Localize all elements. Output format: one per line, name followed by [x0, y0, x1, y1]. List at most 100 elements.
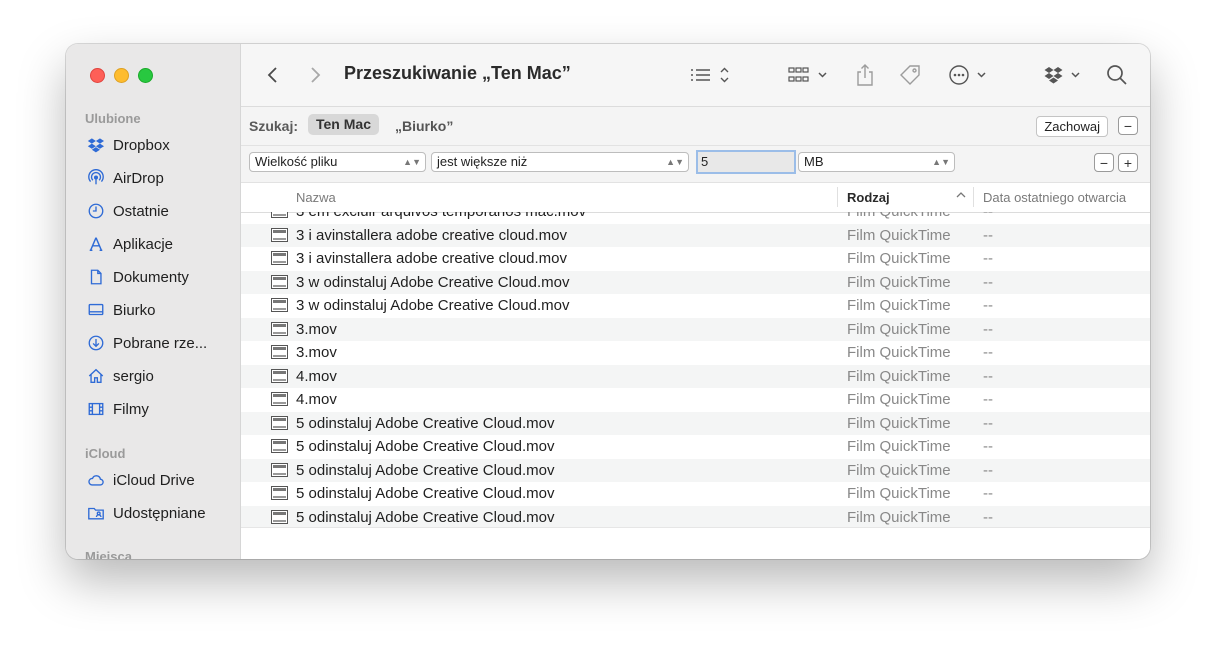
- window-controls: [90, 68, 153, 83]
- file-last-opened: --: [983, 320, 993, 338]
- dropbox-toolbar-button[interactable]: [1044, 62, 1084, 88]
- table-row[interactable]: 5 odinstaluj Adobe Creative Cloud.mov Fi…: [241, 505, 1150, 527]
- toolbar: Przeszukiwanie „Ten Mac”: [241, 44, 1150, 107]
- minus-icon: −: [1123, 117, 1133, 134]
- scope-desktop-button[interactable]: „Biurko”: [395, 118, 453, 134]
- document-icon: [86, 267, 106, 287]
- column-divider[interactable]: [973, 187, 974, 207]
- file-name: 5 odinstaluj Adobe Creative Cloud.mov: [296, 414, 555, 432]
- operator-popup-value: jest większe niż: [437, 154, 528, 169]
- file-kind: Film QuickTime: [847, 297, 951, 314]
- movie-file-icon: [271, 212, 288, 218]
- sort-ascending-icon[interactable]: [955, 189, 967, 204]
- operator-popup[interactable]: jest większe niż ▲▼: [431, 152, 689, 172]
- remove-criteria-button[interactable]: −: [1094, 153, 1114, 172]
- close-window-button[interactable]: [90, 68, 105, 83]
- column-divider[interactable]: [837, 187, 838, 207]
- table-row[interactable]: 4.mov Film QuickTime --: [241, 364, 1150, 388]
- sidebar-item-icloud-drive[interactable]: iCloud Drive: [86, 467, 236, 493]
- places-section-title: Miejsca: [85, 549, 132, 559]
- file-name: 3 em excluir arquivos temporarios mac.mo…: [296, 212, 586, 220]
- table-row[interactable]: 3.mov Film QuickTime --: [241, 341, 1150, 365]
- movie-file-icon: [271, 439, 288, 453]
- sidebar-item-downloads[interactable]: Pobrane rze...: [86, 330, 236, 356]
- file-list: 3 em excluir arquivos temporarios mac.mo…: [241, 212, 1150, 527]
- sidebar-item-label: Aplikacje: [113, 235, 174, 253]
- share-button[interactable]: [854, 62, 876, 88]
- download-icon: [86, 333, 106, 353]
- movie-file-icon: [271, 321, 288, 336]
- icloud-section-title: iCloud: [85, 446, 126, 461]
- table-row[interactable]: 3 i avinstallera adobe creative cloud.mo…: [241, 247, 1150, 271]
- remove-scope-button[interactable]: −: [1118, 116, 1138, 135]
- sidebar-item-applications[interactable]: Aplikacje: [86, 231, 236, 257]
- film-icon: [86, 399, 106, 419]
- movie-file-icon: [271, 227, 288, 242]
- sidebar-item-dropbox[interactable]: Dropbox: [86, 132, 236, 158]
- search-button[interactable]: [1105, 62, 1129, 88]
- file-name: 3.mov: [296, 344, 337, 361]
- file-kind: Film QuickTime: [847, 226, 951, 244]
- size-value-field[interactable]: 5: [696, 150, 796, 174]
- sidebar-item-home[interactable]: sergio: [86, 363, 236, 389]
- movie-file-icon: [271, 298, 288, 312]
- column-name-header[interactable]: Nazwa: [296, 190, 336, 205]
- table-row[interactable]: 3 i avinstallera adobe creative cloud.mo…: [241, 223, 1150, 247]
- file-last-opened: --: [983, 391, 993, 408]
- chevron-left-icon: [267, 67, 277, 83]
- table-row[interactable]: 5 odinstaluj Adobe Creative Cloud.mov Fi…: [241, 411, 1150, 435]
- scope-this-mac-button[interactable]: Ten Mac: [308, 114, 379, 135]
- table-row[interactable]: 4.mov Film QuickTime --: [241, 388, 1150, 412]
- table-row[interactable]: 5 odinstaluj Adobe Creative Cloud.mov Fi…: [241, 435, 1150, 459]
- unit-popup[interactable]: MB ▲▼: [798, 152, 955, 172]
- table-row[interactable]: 3 em excluir arquivos temporarios mac.mo…: [241, 212, 1150, 224]
- sidebar-item-label: Pobrane rze...: [113, 334, 208, 352]
- table-row[interactable]: 5 odinstaluj Adobe Creative Cloud.mov Fi…: [241, 482, 1150, 506]
- sidebar-item-label: Dropbox: [113, 136, 170, 154]
- file-last-opened: --: [983, 212, 993, 220]
- view-options-button[interactable]: [689, 62, 733, 88]
- unit-popup-value: MB: [804, 154, 824, 169]
- sidebar-item-label: Dokumenty: [113, 268, 189, 286]
- table-row[interactable]: 5 odinstaluj Adobe Creative Cloud.mov Fi…: [241, 458, 1150, 482]
- column-date-header[interactable]: Data ostatniego otwarcia: [983, 190, 1126, 205]
- applications-icon: [86, 234, 106, 254]
- sidebar-item-label: Biurko: [113, 301, 156, 319]
- file-name: 3 i avinstallera adobe creative cloud.mo…: [296, 226, 567, 244]
- cloud-icon: [86, 470, 106, 490]
- minimize-window-button[interactable]: [114, 68, 129, 83]
- sidebar-item-recents[interactable]: Ostatnie: [86, 198, 236, 224]
- sidebar-item-airdrop[interactable]: AirDrop: [86, 165, 236, 191]
- sidebar-item-desktop[interactable]: Biurko: [86, 297, 236, 323]
- sidebar-item-documents[interactable]: Dokumenty: [86, 264, 236, 290]
- movie-file-icon: [271, 509, 288, 524]
- tags-button[interactable]: [898, 62, 922, 88]
- sidebar-item-movies[interactable]: Filmy: [86, 396, 236, 422]
- add-criteria-button[interactable]: +: [1118, 153, 1138, 172]
- search-icon: [1107, 65, 1127, 85]
- file-kind: Film QuickTime: [847, 391, 951, 408]
- group-button[interactable]: [787, 62, 831, 88]
- updown-chevron-icon: ▲▼: [403, 157, 421, 167]
- sidebar-item-label: sergio: [113, 367, 154, 385]
- table-row[interactable]: 3 w odinstaluj Adobe Creative Cloud.mov …: [241, 270, 1150, 294]
- sidebar-item-label: iCloud Drive: [113, 471, 195, 489]
- zoom-window-button[interactable]: [138, 68, 153, 83]
- airdrop-icon: [86, 168, 106, 188]
- table-row[interactable]: 3 w odinstaluj Adobe Creative Cloud.mov …: [241, 294, 1150, 318]
- search-scope-label: Szukaj:: [249, 118, 299, 134]
- action-menu-button[interactable]: [948, 62, 990, 88]
- column-kind-header[interactable]: Rodzaj: [847, 190, 890, 205]
- search-scope-bar: Szukaj: Ten Mac „Biurko” Zachowaj −: [241, 107, 1150, 146]
- forward-button[interactable]: [307, 62, 323, 88]
- share-icon: [857, 64, 873, 86]
- file-kind: Film QuickTime: [847, 367, 951, 385]
- save-search-button[interactable]: Zachowaj: [1036, 116, 1108, 137]
- file-name: 5 odinstaluj Adobe Creative Cloud.mov: [296, 438, 555, 455]
- file-kind: Film QuickTime: [847, 212, 951, 220]
- sidebar-item-shared[interactable]: Udostępniane: [86, 500, 236, 526]
- attribute-popup[interactable]: Wielkość pliku ▲▼: [249, 152, 426, 172]
- sidebar-item-label: Udostępniane: [113, 504, 206, 522]
- table-row[interactable]: 3.mov Film QuickTime --: [241, 317, 1150, 341]
- back-button[interactable]: [265, 62, 281, 88]
